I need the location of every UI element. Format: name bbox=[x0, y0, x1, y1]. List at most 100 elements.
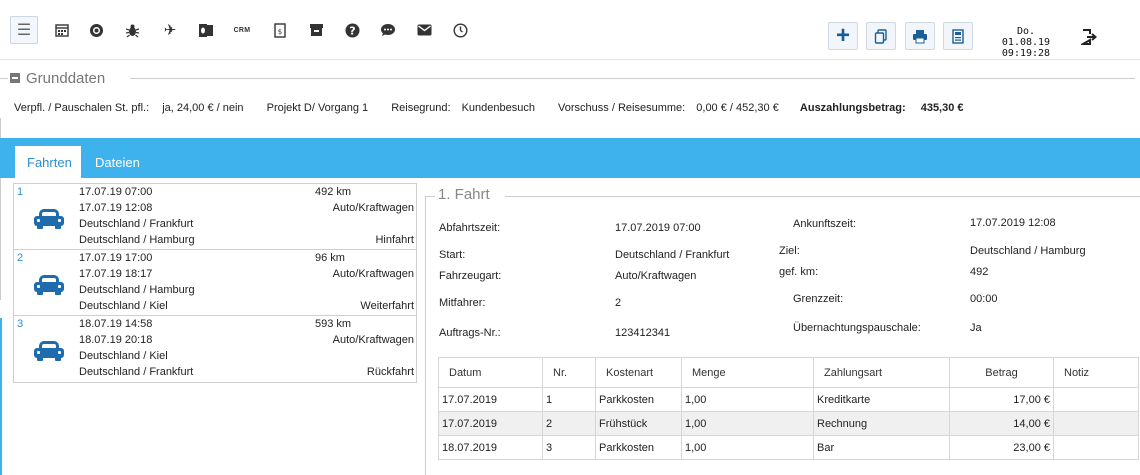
cell-datum: 18.07.2019 bbox=[438, 435, 543, 460]
fieldset-border bbox=[425, 196, 435, 197]
trip-to: Deutschland / Frankfurt bbox=[79, 366, 194, 378]
trip-end-time: 17.07.19 18:17 bbox=[79, 268, 153, 280]
menu-icon[interactable]: ☰ bbox=[10, 16, 38, 44]
trip-type: Weiterfahrt bbox=[360, 300, 414, 312]
cell-menge: 1,00 bbox=[681, 387, 814, 412]
logout-icon[interactable] bbox=[1078, 26, 1100, 48]
trip-number: 1 bbox=[17, 186, 24, 198]
tab-bar: Fahrten Dateien bbox=[0, 138, 1140, 178]
collapse-icon[interactable] bbox=[10, 73, 20, 83]
grenzzeit-value: 00:00 bbox=[970, 293, 998, 305]
cell-menge: 1,00 bbox=[681, 411, 814, 436]
car-icon bbox=[34, 341, 64, 361]
column-header-kostenart[interactable]: Kostenart bbox=[595, 357, 682, 388]
vorschuss-label: Vorschuss / Reisesumme: bbox=[558, 102, 686, 114]
mitfahrer-label: Mitfahrer: bbox=[439, 297, 486, 309]
table-row[interactable]: 18.07.2019 3 Parkkosten 1,00 Bar 23,00 € bbox=[438, 435, 1139, 460]
selection-marker bbox=[0, 318, 2, 475]
reisegrund-label: Reisegrund: bbox=[391, 102, 451, 114]
trip-end-time: 18.07.19 20:18 bbox=[79, 334, 153, 346]
list-item[interactable]: 1 17.07.19 07:00 17.07.19 12:08 Deutschl… bbox=[13, 183, 417, 249]
tab-fahrten[interactable]: Fahrten bbox=[15, 146, 81, 178]
uebernachtung-value: Ja bbox=[970, 322, 982, 334]
target-icon[interactable] bbox=[82, 16, 110, 44]
svg-text:?: ? bbox=[349, 24, 355, 37]
cell-notiz bbox=[1053, 387, 1139, 412]
cell-nr: 3 bbox=[542, 435, 596, 460]
vorschuss-value: 0,00 € / 452,30 € bbox=[696, 102, 779, 114]
fahrt-title: 1. Fahrt bbox=[438, 186, 490, 203]
cell-notiz bbox=[1053, 411, 1139, 436]
column-header-menge[interactable]: Menge bbox=[681, 357, 814, 388]
help-icon[interactable]: ? bbox=[338, 16, 366, 44]
cell-zahlungsart: Rechnung bbox=[813, 411, 950, 436]
outlook-icon[interactable] bbox=[192, 16, 220, 44]
ziel-value: Deutschland / Hamburg bbox=[970, 245, 1086, 257]
grunddaten-legend[interactable]: Grunddaten bbox=[6, 68, 105, 88]
airplane-icon[interactable]: ✈ bbox=[156, 16, 184, 44]
ankunft-label: Ankunftszeit: bbox=[793, 218, 856, 230]
copy-button[interactable] bbox=[866, 22, 896, 50]
table-row[interactable]: 17.07.2019 1 Parkkosten 1,00 Kreditkarte… bbox=[438, 387, 1139, 412]
trip-km: 593 km bbox=[315, 318, 352, 330]
cell-nr: 1 bbox=[542, 387, 596, 412]
print-icon bbox=[913, 29, 927, 43]
time-text: 09:19:28 bbox=[1001, 48, 1051, 59]
calendar-icon[interactable] bbox=[48, 16, 76, 44]
document-icon[interactable]: $ bbox=[266, 16, 294, 44]
cell-datum: 17.07.2019 bbox=[438, 387, 543, 412]
list-item[interactable]: 2 17.07.19 17:00 17.07.19 18:17 Deutschl… bbox=[13, 249, 417, 315]
archive-icon[interactable] bbox=[302, 16, 330, 44]
trip-number: 2 bbox=[17, 252, 24, 264]
fieldset-border bbox=[505, 196, 1140, 197]
trip-list: 1 17.07.19 07:00 17.07.19 12:08 Deutschl… bbox=[13, 183, 417, 383]
trip-from: Deutschland / Hamburg bbox=[79, 284, 195, 296]
add-button[interactable]: + bbox=[828, 22, 858, 50]
column-header-notiz[interactable]: Notiz bbox=[1053, 357, 1139, 388]
mail-icon[interactable] bbox=[410, 16, 438, 44]
trip-to: Deutschland / Kiel bbox=[79, 300, 168, 312]
cell-kostenart: Frühstück bbox=[595, 411, 682, 436]
add-icon: + bbox=[835, 22, 850, 49]
trip-from: Deutschland / Kiel bbox=[79, 350, 168, 362]
cell-notiz bbox=[1053, 435, 1139, 460]
column-header-zahlungsart[interactable]: Zahlungsart bbox=[813, 357, 950, 388]
list-item[interactable]: 3 18.07.19 14:58 18.07.19 20:18 Deutschl… bbox=[13, 315, 417, 383]
trip-end-time: 17.07.19 12:08 bbox=[79, 202, 153, 214]
ankunft-value: 17.07.2019 12:08 bbox=[970, 217, 1056, 229]
calculator-button[interactable] bbox=[943, 22, 973, 50]
km-value: 492 bbox=[970, 266, 989, 278]
column-header-betrag[interactable]: Betrag bbox=[949, 357, 1054, 388]
start-value: Deutschland / Frankfurt bbox=[615, 249, 730, 261]
toolbar: ☰ ✈ CRM $ ? + Do. 01.08.19 09:19:28 bbox=[0, 0, 1140, 60]
print-button[interactable] bbox=[905, 22, 935, 50]
trip-vehicle: Auto/Kraftwagen bbox=[332, 202, 414, 214]
mitfahrer-value: 2 bbox=[615, 297, 622, 309]
cell-betrag: 17,00 € bbox=[949, 387, 1054, 412]
table-row[interactable]: 17.07.2019 2 Frühstück 1,00 Rechnung 14,… bbox=[438, 411, 1139, 436]
datetime-display: Do. 01.08.19 09:19:28 bbox=[990, 26, 1062, 59]
trip-from: Deutschland / Frankfurt bbox=[79, 218, 194, 230]
fahrzeug-label: Fahrzeugart: bbox=[439, 270, 502, 282]
table-header-row: Datum Nr. Kostenart Menge Zahlungsart Be… bbox=[438, 357, 1139, 388]
trip-to: Deutschland / Hamburg bbox=[79, 234, 195, 246]
reisegrund-value: Kundenbesuch bbox=[461, 102, 535, 114]
uebernachtung-label: Übernachtungspauschale: bbox=[793, 322, 921, 334]
cell-kostenart: Parkkosten bbox=[595, 387, 682, 412]
abfahrt-label: Abfahrtszeit: bbox=[439, 222, 501, 234]
km-label: gef. km: bbox=[779, 266, 819, 278]
copy-icon bbox=[874, 28, 887, 44]
cell-menge: 1,00 bbox=[681, 435, 814, 460]
column-header-datum[interactable]: Datum bbox=[438, 357, 543, 388]
trip-vehicle: Auto/Kraftwagen bbox=[332, 334, 414, 346]
crm-icon[interactable]: CRM bbox=[228, 16, 256, 44]
column-header-nr[interactable]: Nr. bbox=[542, 357, 596, 388]
car-icon bbox=[34, 275, 64, 295]
chat-icon[interactable] bbox=[374, 16, 402, 44]
bug-icon[interactable] bbox=[118, 16, 146, 44]
tab-dateien[interactable]: Dateien bbox=[83, 146, 152, 178]
cell-zahlungsart: Kreditkarte bbox=[813, 387, 950, 412]
costs-table: Datum Nr. Kostenart Menge Zahlungsart Be… bbox=[438, 357, 1139, 460]
grenzzeit-label: Grenzzeit: bbox=[793, 293, 844, 305]
clock-icon[interactable] bbox=[446, 16, 474, 44]
